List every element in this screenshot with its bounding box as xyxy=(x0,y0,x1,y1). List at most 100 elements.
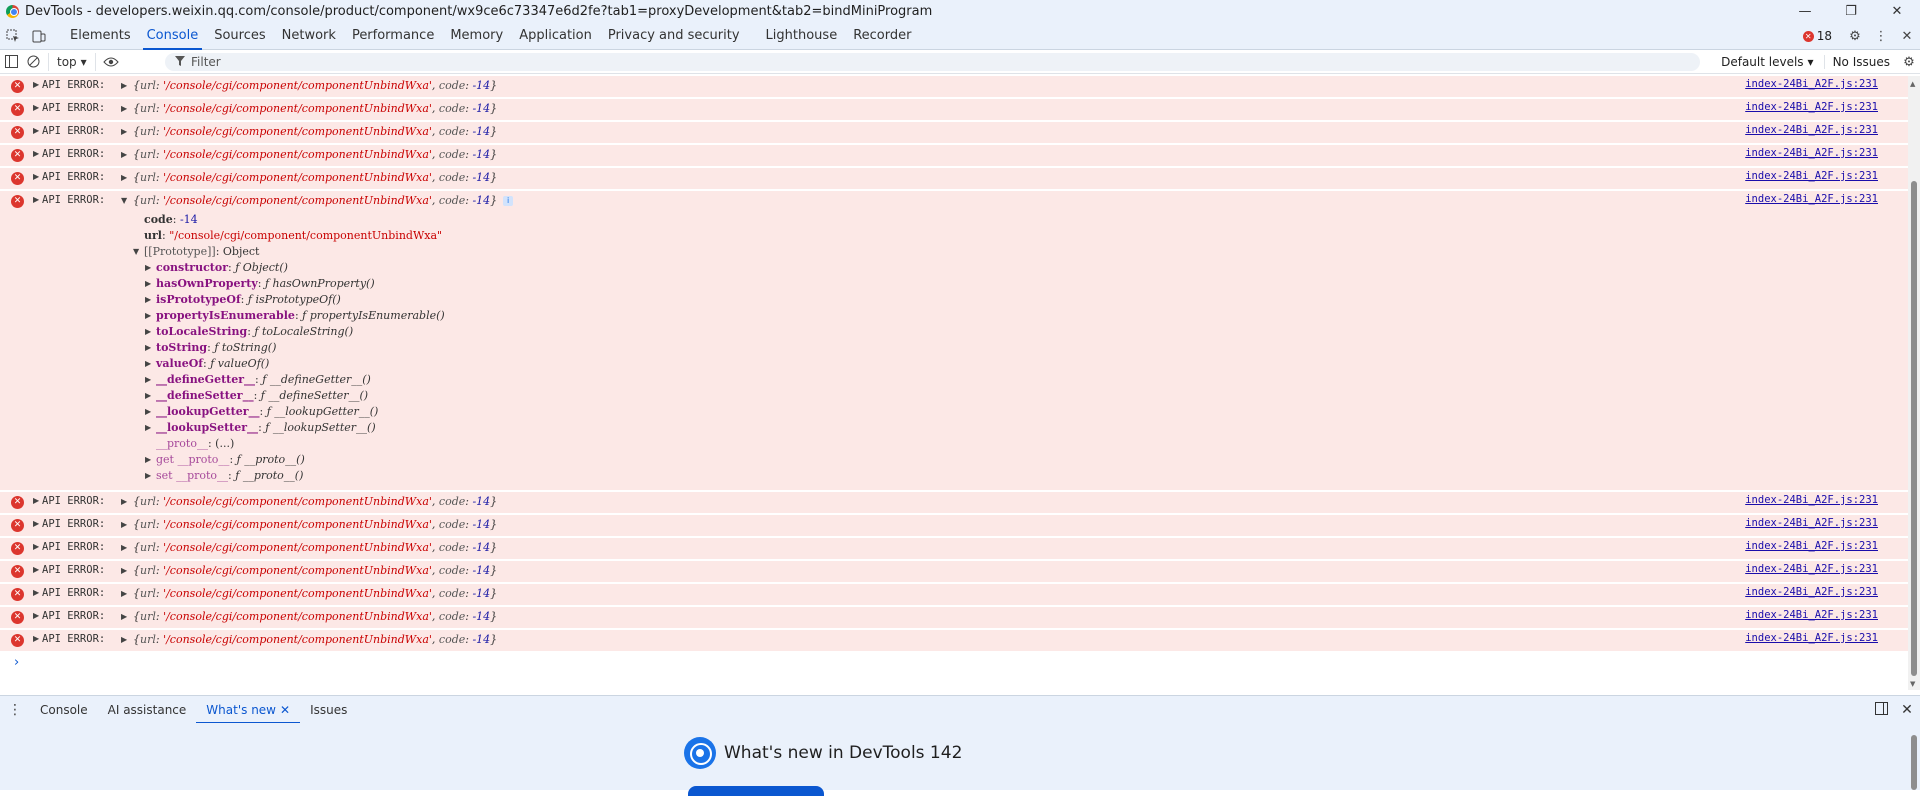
tree-row[interactable]: __proto__: (...) xyxy=(0,436,1908,452)
tab-recorder[interactable]: Recorder xyxy=(845,22,919,50)
console-message[interactable]: ✕ ▶ API ERROR: ▶ {url: '/console/cgi/compone… xyxy=(0,584,1908,607)
drawer-tab-ai-assistance[interactable]: AI assistance xyxy=(98,696,197,724)
tab-application[interactable]: Application xyxy=(511,22,600,50)
expand-arrow-icon[interactable]: ▶ xyxy=(145,324,151,340)
source-link[interactable]: index-24Bi_A2F.js:231 xyxy=(1745,124,1878,136)
scrollbar-thumb[interactable] xyxy=(1911,735,1917,790)
drawer-menu-icon[interactable]: ⋮ xyxy=(0,702,30,718)
object-preview[interactable]: {url: '/console/cgi/component/componentU… xyxy=(133,125,497,138)
expand-arrow-icon[interactable]: ▶ xyxy=(121,104,127,113)
expand-arrow-icon[interactable]: ▶ xyxy=(121,81,127,90)
info-icon[interactable]: i xyxy=(503,196,514,206)
tab-performance[interactable]: Performance xyxy=(344,22,442,50)
expand-arrow-icon[interactable]: ▶ xyxy=(145,388,151,404)
tree-row[interactable]: ▶ toLocaleString: ƒ toLocaleString() xyxy=(0,324,1908,340)
tree-row[interactable]: ▶ set __proto__: ƒ __proto__() xyxy=(0,468,1908,484)
object-preview[interactable]: {url: '/console/cgi/component/componentU… xyxy=(133,102,497,115)
dock-side-icon[interactable] xyxy=(1868,701,1894,719)
tree-row[interactable]: ▶ __defineGetter__: ƒ __defineGetter__() xyxy=(0,372,1908,388)
tab-network[interactable]: Network xyxy=(274,22,344,50)
object-preview[interactable]: {url: '/console/cgi/component/componentU… xyxy=(133,518,497,531)
console-message[interactable]: ✕ ▶ API ERROR: ▶ {url: '/console/cgi/compone… xyxy=(0,76,1908,99)
filter-input[interactable]: Filter xyxy=(165,53,1700,71)
tree-row[interactable]: ▶ __defineSetter__: ƒ __defineSetter__() xyxy=(0,388,1908,404)
source-link[interactable]: index-24Bi_A2F.js:231 xyxy=(1745,170,1878,182)
source-link[interactable]: index-24Bi_A2F.js:231 xyxy=(1745,78,1878,90)
expand-arrow-icon[interactable]: ▶ xyxy=(145,292,151,308)
tree-row[interactable]: ▶ get __proto__: ƒ __proto__() xyxy=(0,452,1908,468)
console-message[interactable]: ✕ ▶ API ERROR: ▶ {url: '/console/cgi/compone… xyxy=(0,168,1908,191)
expand-arrow-icon[interactable]: ▶ xyxy=(33,634,39,643)
tree-row[interactable]: ▶ isPrototypeOf: ƒ isPrototypeOf() xyxy=(0,292,1908,308)
expand-arrow-icon[interactable]: ▶ xyxy=(145,356,151,372)
expand-arrow-icon[interactable]: ▶ xyxy=(33,80,39,89)
error-count-badge[interactable]: ✕ 18 xyxy=(1802,29,1832,43)
object-preview[interactable]: {url: '/console/cgi/component/componentU… xyxy=(133,148,497,161)
object-preview[interactable]: {url: '/console/cgi/component/componentU… xyxy=(133,610,497,623)
object-preview[interactable]: {url: '/console/cgi/component/componentU… xyxy=(133,495,497,508)
drawer-tab-console[interactable]: Console xyxy=(30,696,98,724)
tree-row[interactable]: ▶ __lookupGetter__: ƒ __lookupGetter__() xyxy=(0,404,1908,420)
expand-arrow-icon[interactable]: ▶ xyxy=(121,566,127,575)
more-options-icon[interactable]: ⋮ xyxy=(1868,22,1894,50)
expand-arrow-icon[interactable]: ▶ xyxy=(145,420,151,436)
tree-row[interactable]: ▶ constructor: ƒ Object() xyxy=(0,260,1908,276)
expand-arrow-icon[interactable]: ▶ xyxy=(121,173,127,182)
clear-console-icon[interactable] xyxy=(22,50,44,74)
source-link[interactable]: index-24Bi_A2F.js:231 xyxy=(1745,147,1878,159)
console-message[interactable]: ✕ ▶ API ERROR: ▶ {url: '/console/cgi/compone… xyxy=(0,561,1908,584)
expand-arrow-icon[interactable]: ▶ xyxy=(33,542,39,551)
expand-arrow-icon[interactable]: ▶ xyxy=(121,497,127,506)
close-window-button[interactable]: ✕ xyxy=(1874,0,1920,22)
expand-arrow-icon[interactable]: ▶ xyxy=(121,127,127,136)
expand-arrow-icon[interactable]: ▶ xyxy=(145,308,151,324)
tab-memory[interactable]: Memory xyxy=(442,22,511,50)
object-preview[interactable]: {url: '/console/cgi/component/componentU… xyxy=(133,171,497,184)
console-prompt-row[interactable]: › xyxy=(0,653,1908,677)
console-message[interactable]: ✕ ▶ API ERROR: ▶ {url: '/console/cgi/compone… xyxy=(0,515,1908,538)
source-link[interactable]: index-24Bi_A2F.js:231 xyxy=(1745,517,1878,529)
tree-row[interactable]: ▶ toString: ƒ toString() xyxy=(0,340,1908,356)
object-preview[interactable]: {url: '/console/cgi/component/componentU… xyxy=(133,564,497,577)
console-message[interactable]: ✕ ▶ API ERROR: ▶ {url: '/console/cgi/compone… xyxy=(0,145,1908,168)
drawer-scrollbar[interactable] xyxy=(1908,723,1920,790)
live-expression-eye-icon[interactable] xyxy=(100,50,122,74)
tab-elements[interactable]: Elements xyxy=(62,22,139,50)
device-toolbar-icon[interactable] xyxy=(26,22,52,50)
expand-arrow-icon[interactable]: ▶ xyxy=(145,340,151,356)
source-link[interactable]: index-24Bi_A2F.js:231 xyxy=(1745,632,1878,644)
drawer-tab-whats-new[interactable]: What's new ✕ xyxy=(196,696,300,724)
expand-arrow-icon[interactable]: ▶ xyxy=(33,195,39,204)
scrollbar-thumb[interactable] xyxy=(1911,181,1917,676)
expand-arrow-icon[interactable]: ▶ xyxy=(33,565,39,574)
expand-arrow-icon[interactable]: ▶ xyxy=(33,611,39,620)
close-devtools-icon[interactable]: ✕ xyxy=(1894,22,1920,50)
collapse-arrow-icon[interactable]: ▼ xyxy=(121,196,127,205)
console-message[interactable]: ✕ ▶ API ERROR: ▶ {url: '/console/cgi/compone… xyxy=(0,630,1908,653)
whats-new-button[interactable] xyxy=(688,786,824,796)
source-link[interactable]: index-24Bi_A2F.js:231 xyxy=(1745,609,1878,621)
object-preview[interactable]: {url: '/console/cgi/component/componentU… xyxy=(133,541,497,554)
object-preview[interactable]: {url: '/console/cgi/component/componentU… xyxy=(133,633,497,646)
expand-arrow-icon[interactable]: ▶ xyxy=(121,543,127,552)
settings-gear-icon[interactable]: ⚙ xyxy=(1842,22,1868,50)
close-drawer-icon[interactable]: ✕ xyxy=(1894,702,1920,718)
scroll-down-icon[interactable]: ▼ xyxy=(1910,680,1915,688)
expand-arrow-icon[interactable]: ▶ xyxy=(145,372,151,388)
scroll-up-icon[interactable]: ▲ xyxy=(1910,80,1915,88)
source-link[interactable]: index-24Bi_A2F.js:231 xyxy=(1745,494,1878,506)
console-message[interactable]: ✕ ▶ API ERROR: ▶ {url: '/console/cgi/compone… xyxy=(0,99,1908,122)
source-link[interactable]: index-24Bi_A2F.js:231 xyxy=(1745,101,1878,113)
inspect-element-icon[interactable] xyxy=(0,22,26,50)
tree-row[interactable]: ▶ hasOwnProperty: ƒ hasOwnProperty() xyxy=(0,276,1908,292)
console-settings-gear-icon[interactable]: ⚙ xyxy=(1898,50,1920,74)
expand-arrow-icon[interactable]: ▶ xyxy=(121,589,127,598)
expand-arrow-icon[interactable]: ▶ xyxy=(145,468,151,484)
tab-sources[interactable]: Sources xyxy=(206,22,273,50)
tree-row-prototype[interactable]: ▼ [[Prototype]]: Object xyxy=(0,244,1908,260)
tab-lighthouse[interactable]: Lighthouse xyxy=(758,22,846,50)
tree-row[interactable]: ▶ __lookupSetter__: ƒ __lookupSetter__() xyxy=(0,420,1908,436)
object-preview[interactable]: {url: '/console/cgi/component/componentU… xyxy=(133,194,514,207)
minimize-button[interactable]: — xyxy=(1782,0,1828,22)
maximize-button[interactable]: ❐ xyxy=(1828,0,1874,22)
